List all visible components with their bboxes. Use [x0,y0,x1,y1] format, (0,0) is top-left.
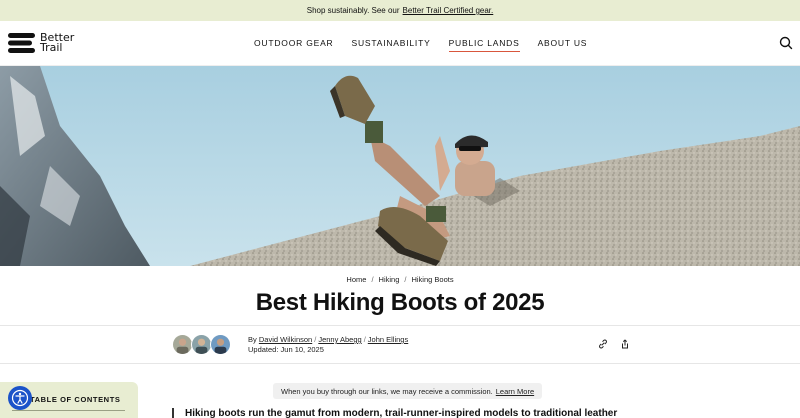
logo-icon [8,33,35,53]
logo-line-2: Trail [40,41,63,54]
link-icon[interactable] [598,339,608,349]
main-nav: OUTDOOR GEAR SUSTAINABILITY PUBLIC LANDS… [254,38,587,52]
logo[interactable]: Better Trail [8,31,74,55]
nav-sustainability[interactable]: SUSTAINABILITY [352,38,431,52]
author-link[interactable]: John Ellings [368,335,408,344]
accessibility-button[interactable] [8,386,32,410]
byline-prefix: By [248,335,257,344]
author-link[interactable]: David Wilkinson [259,335,312,344]
byline-separator: / [314,335,317,344]
toc-title: TABLE OF CONTENTS [30,395,121,404]
author-avatars [172,334,231,355]
accessibility-icon [11,389,29,407]
search-icon[interactable] [778,35,794,51]
breadcrumb: Home / Hiking / Hiking Boots [0,275,800,284]
avatar[interactable] [191,334,212,355]
breadcrumb-hiking[interactable]: Hiking [379,275,400,284]
article-title: Best Hiking Boots of 2025 [255,289,545,316]
divider [0,325,800,326]
toc-divider [12,410,125,411]
byline-separator: / [363,335,366,344]
learn-more-link[interactable]: Learn More [496,387,534,396]
updated-date: Updated: Jun 10, 2025 [248,345,324,354]
breadcrumb-hiking-boots[interactable]: Hiking Boots [411,275,453,284]
article-intro: Hiking boots run the gamut from modern, … [172,408,632,418]
breadcrumb-home[interactable]: Home [346,275,366,284]
promo-link[interactable]: Better Trail Certified gear. [403,6,494,15]
affiliate-disclosure: When you buy through our links, we may r… [273,383,543,399]
author-link[interactable]: Jenny Abegg [318,335,361,344]
nav-about-us[interactable]: ABOUT US [538,38,588,52]
nav-outdoor-gear[interactable]: OUTDOOR GEAR [254,38,334,52]
promo-bar: Shop sustainably. See our Better Trail C… [0,0,800,21]
promo-text: Shop sustainably. See our [306,6,400,15]
avatar[interactable] [210,334,231,355]
site-header: Better Trail OUTDOOR GEAR SUSTAINABILITY… [0,21,800,66]
divider [0,363,800,364]
affiliate-text: When you buy through our links, we may r… [281,386,493,396]
breadcrumb-separator: / [404,275,407,284]
share-icon[interactable] [620,339,630,349]
hero-image [0,66,800,266]
avatar[interactable] [172,334,193,355]
nav-public-lands[interactable]: PUBLIC LANDS [448,38,520,52]
breadcrumb-separator: / [371,275,374,284]
byline: By David Wilkinson / Jenny Abegg / John Elli… [248,335,408,344]
